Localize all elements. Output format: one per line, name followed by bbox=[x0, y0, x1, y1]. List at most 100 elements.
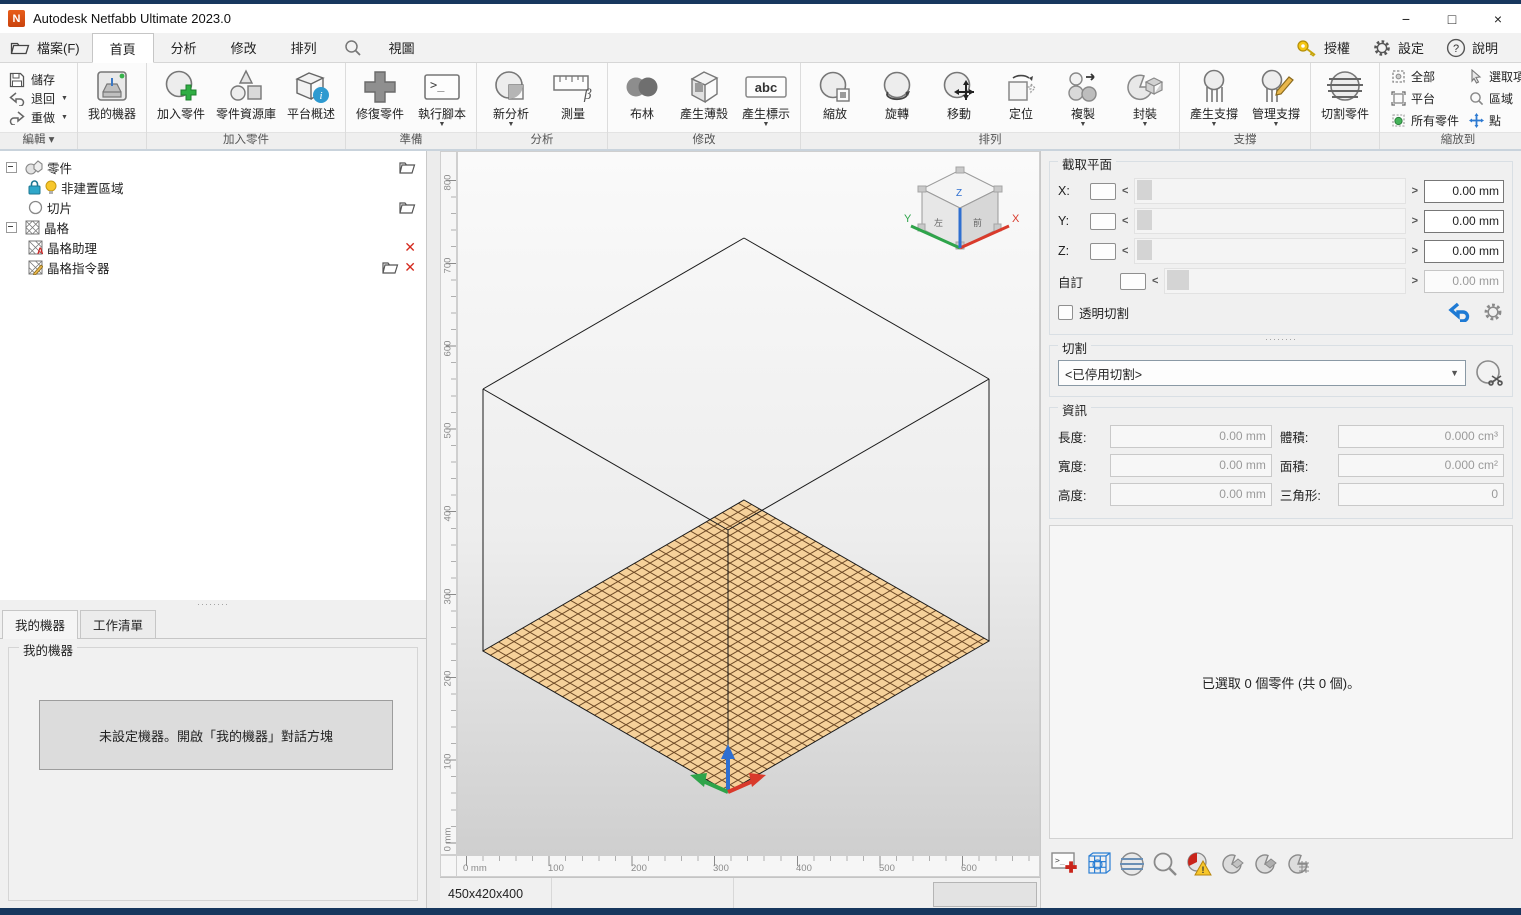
open-folder-icon[interactable] bbox=[399, 161, 416, 174]
run-scripts-menu-arrow[interactable]: ▼ bbox=[439, 121, 446, 129]
reset-clipping-icon[interactable] bbox=[1448, 302, 1472, 322]
zoom-all-parts-button[interactable]: 所有零件 bbox=[1391, 112, 1459, 129]
help-button[interactable]: ? 說明 bbox=[1437, 38, 1507, 58]
tree-item-slices[interactable]: 切片 bbox=[0, 197, 426, 217]
slider-left-arrow[interactable] bbox=[1122, 215, 1128, 227]
close-button[interactable]: × bbox=[1475, 4, 1521, 33]
view-cube[interactable]: Y X Z 左 前 bbox=[897, 166, 1023, 264]
shell-prev-button[interactable] bbox=[1220, 851, 1246, 877]
slider-right-arrow[interactable] bbox=[1412, 245, 1418, 257]
slider-left-arrow[interactable] bbox=[1152, 275, 1158, 287]
setup-machine-button[interactable]: 未設定機器。開啟「我的機器」對話方塊 bbox=[39, 700, 393, 770]
zoom-all-button[interactable]: 全部 bbox=[1391, 68, 1459, 85]
clipping-settings-gear-icon[interactable] bbox=[1482, 301, 1504, 323]
zoom-point-button[interactable]: 點 bbox=[1469, 112, 1521, 129]
lattice-view-button[interactable] bbox=[1086, 851, 1112, 877]
my-machines-button[interactable]: 我的機器 bbox=[81, 65, 143, 132]
open-folder-icon[interactable] bbox=[382, 261, 399, 274]
license-button[interactable]: 授權 bbox=[1287, 38, 1359, 57]
clip-x-value[interactable]: 0.00 mm bbox=[1424, 180, 1504, 203]
clip-z-checkbox[interactable] bbox=[1090, 243, 1116, 260]
shell-next-button[interactable] bbox=[1253, 851, 1279, 877]
minimize-button[interactable]: − bbox=[1383, 4, 1429, 33]
measure-button[interactable]: β 測量 bbox=[542, 65, 604, 132]
tree-item-lattice-assistant[interactable]: A 晶格助理 bbox=[0, 237, 426, 257]
new-analysis-menu-arrow[interactable]: ▼ bbox=[508, 121, 515, 129]
tree-item-parts[interactable]: 零件 bbox=[0, 157, 426, 177]
save-button[interactable]: 儲存 bbox=[9, 71, 68, 88]
tab-my-machines[interactable]: 我的機器 bbox=[2, 610, 78, 639]
tree-item-lattice-commander[interactable]: 晶格指令器 bbox=[0, 257, 426, 277]
settings-button[interactable]: 設定 bbox=[1363, 38, 1433, 58]
tab-analysis[interactable]: 分析 bbox=[154, 33, 214, 62]
scene-3d[interactable]: Y X Z 左 前 bbox=[457, 151, 1040, 855]
platform-overview-button[interactable]: i 平台概述 bbox=[280, 65, 342, 132]
manage-supports-menu-arrow[interactable]: ▼ bbox=[1273, 121, 1280, 129]
part-warning-button[interactable]: ! bbox=[1185, 851, 1213, 877]
scale-button[interactable]: 縮放 bbox=[804, 65, 866, 132]
undo-menu-arrow[interactable]: ▼ bbox=[61, 95, 68, 103]
create-shell-button[interactable]: 產生薄殼 bbox=[673, 65, 735, 132]
add-part-button[interactable]: 加入零件 bbox=[150, 65, 212, 132]
pack-menu-arrow[interactable]: ▼ bbox=[1142, 121, 1149, 129]
tab-job-list[interactable]: 工作清單 bbox=[80, 610, 156, 638]
cuts-dropdown[interactable]: <已停用切割> ▼ bbox=[1058, 360, 1466, 386]
collapse-icon[interactable] bbox=[6, 222, 17, 233]
redo-menu-arrow[interactable]: ▼ bbox=[61, 114, 68, 122]
slider-left-arrow[interactable] bbox=[1122, 185, 1128, 197]
tab-arrange[interactable]: 排列 bbox=[274, 33, 334, 62]
slider-right-arrow[interactable] bbox=[1412, 275, 1418, 287]
clip-custom-checkbox[interactable] bbox=[1120, 273, 1146, 290]
tab-view[interactable]: 視圖 bbox=[372, 33, 432, 62]
clip-x-checkbox[interactable] bbox=[1090, 183, 1116, 200]
tree-item-lattice[interactable]: 晶格 bbox=[0, 217, 426, 237]
clip-y-checkbox[interactable] bbox=[1090, 213, 1116, 230]
create-supports-button[interactable]: 產生支撐 ▼ bbox=[1183, 65, 1245, 132]
horizontal-splitter[interactable] bbox=[1041, 335, 1521, 343]
duplicate-button[interactable]: 複製 ▼ bbox=[1052, 65, 1114, 132]
move-button[interactable]: 移動 bbox=[928, 65, 990, 132]
file-menu-button[interactable]: 檔案(F) bbox=[0, 33, 92, 62]
shell-grid-button[interactable] bbox=[1286, 851, 1312, 877]
rotate-button[interactable]: 旋轉 bbox=[866, 65, 928, 132]
pack-button[interactable]: 封裝 ▼ bbox=[1114, 65, 1176, 132]
clip-y-value[interactable]: 0.00 mm bbox=[1424, 210, 1504, 233]
maximize-button[interactable]: □ bbox=[1429, 4, 1475, 33]
repair-part-button[interactable]: 修復零件 bbox=[349, 65, 411, 132]
delete-icon[interactable] bbox=[404, 261, 416, 273]
undo-button[interactable]: 退回▼ bbox=[9, 90, 68, 107]
create-labels-button[interactable]: abc 產生標示 ▼ bbox=[735, 65, 797, 132]
tab-modify[interactable]: 修改 bbox=[214, 33, 274, 62]
boolean-button[interactable]: 布林 bbox=[611, 65, 673, 132]
slider-right-arrow[interactable] bbox=[1412, 215, 1418, 227]
tab-home[interactable]: 首頁 bbox=[92, 33, 154, 63]
zoom-selection-button[interactable]: 選取項 bbox=[1469, 68, 1521, 85]
new-script-button[interactable]: >_ bbox=[1051, 851, 1079, 877]
tree-item-no-build-zone[interactable]: 非建置區域 bbox=[0, 177, 426, 197]
create-supports-menu-arrow[interactable]: ▼ bbox=[1211, 121, 1218, 129]
clip-custom-slider[interactable] bbox=[1164, 268, 1405, 294]
magnify-button[interactable] bbox=[1152, 851, 1178, 877]
manage-supports-button[interactable]: 管理支撐 ▼ bbox=[1245, 65, 1307, 132]
zoom-platform-button[interactable]: 平台 bbox=[1391, 90, 1459, 107]
clip-z-value[interactable]: 0.00 mm bbox=[1424, 240, 1504, 263]
slider-left-arrow[interactable] bbox=[1122, 245, 1128, 257]
zoom-region-button[interactable]: 區域 bbox=[1469, 90, 1521, 107]
delete-icon[interactable] bbox=[404, 241, 416, 253]
create-labels-menu-arrow[interactable]: ▼ bbox=[763, 121, 770, 129]
clip-x-slider[interactable] bbox=[1134, 178, 1405, 204]
group-label-edit[interactable]: 編輯 ▾ bbox=[0, 132, 77, 149]
bulb-icon[interactable] bbox=[45, 180, 57, 195]
transparent-cut-checkbox[interactable] bbox=[1058, 305, 1073, 320]
slice-view-button[interactable] bbox=[1119, 851, 1145, 877]
orient-button[interactable]: 定位 bbox=[990, 65, 1052, 132]
open-folder-icon[interactable] bbox=[399, 201, 416, 214]
redo-button[interactable]: 重做▼ bbox=[9, 109, 68, 126]
run-scripts-button[interactable]: >_ 執行腳本 ▼ bbox=[411, 65, 473, 132]
search-button[interactable] bbox=[334, 33, 372, 62]
new-cut-scissors-button[interactable] bbox=[1474, 358, 1504, 388]
duplicate-menu-arrow[interactable]: ▼ bbox=[1080, 121, 1087, 129]
slider-right-arrow[interactable] bbox=[1412, 185, 1418, 197]
clip-y-slider[interactable] bbox=[1134, 208, 1405, 234]
part-library-button[interactable]: 零件資源庫 bbox=[212, 65, 280, 132]
